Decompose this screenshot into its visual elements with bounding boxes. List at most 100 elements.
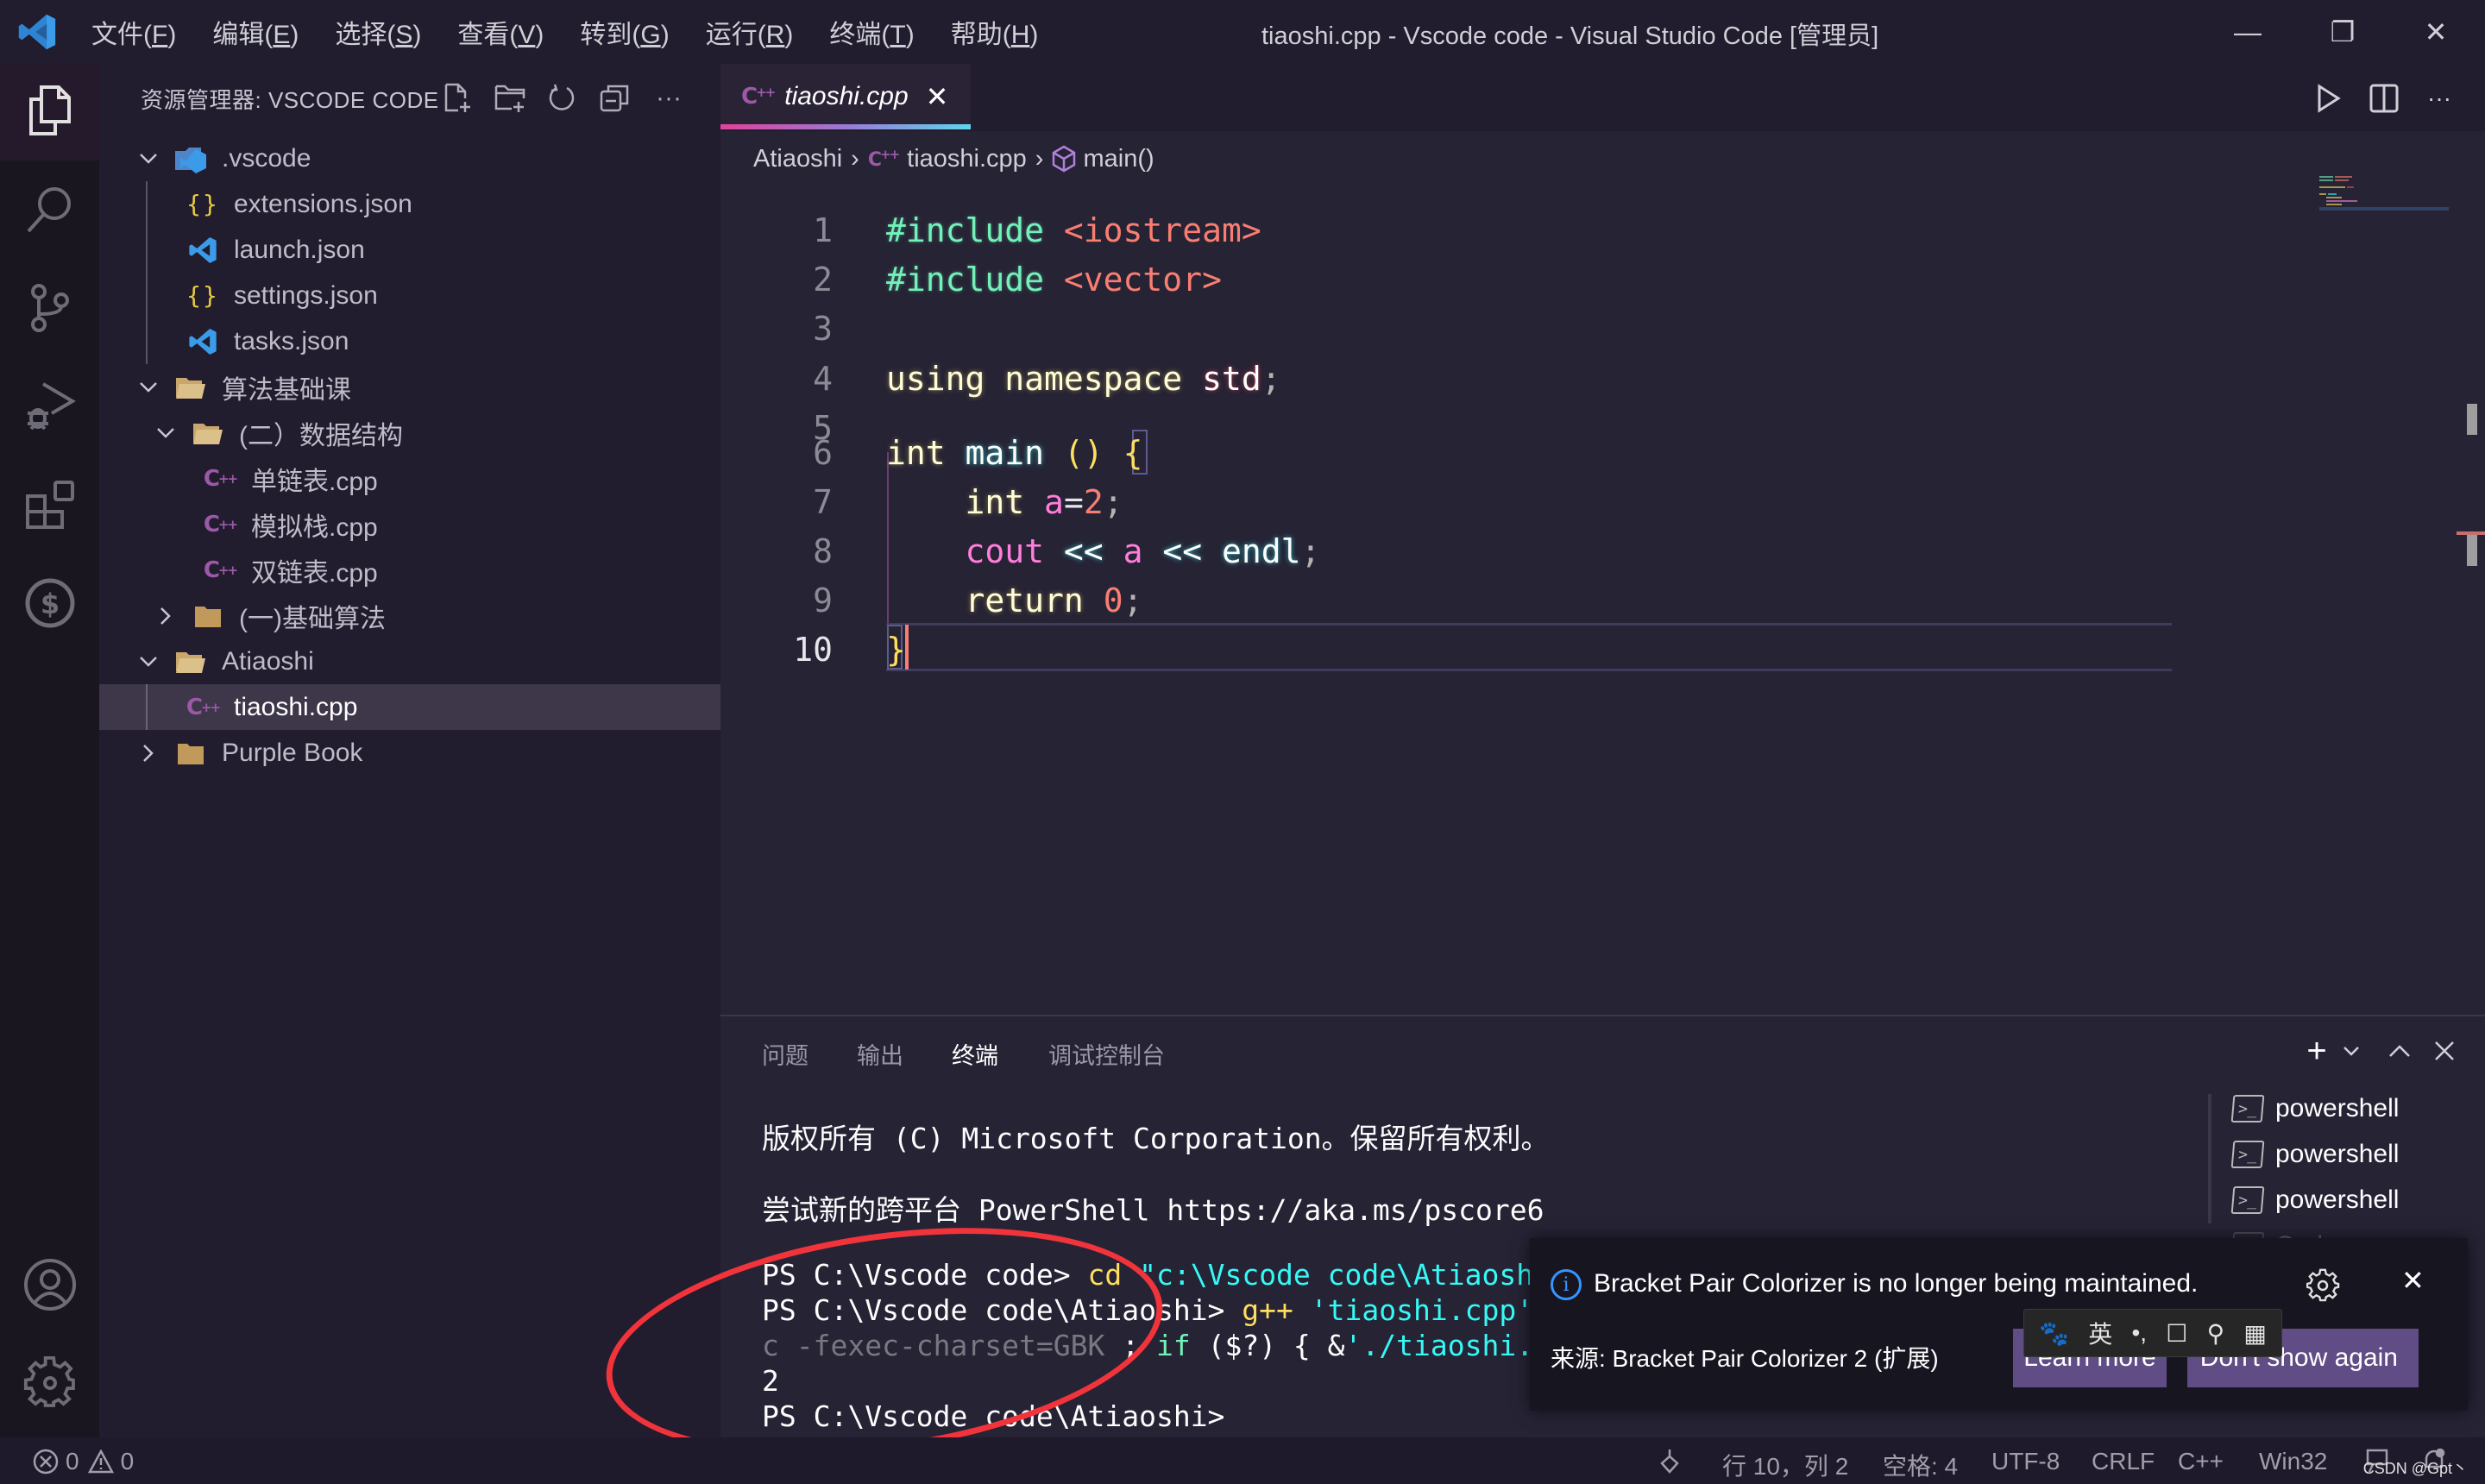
collapse-all-button[interactable] [596, 79, 634, 117]
ime-paw-icon[interactable]: 🐾 [2039, 1319, 2069, 1348]
account-button[interactable] [22, 1256, 79, 1313]
tree-file-doubly-linked-list[interactable]: C ++ 双链表.cpp [99, 547, 720, 593]
terminal-instance[interactable]: >_ powershell [2230, 1131, 2482, 1177]
menu-go[interactable]: 转到(G) [580, 13, 669, 51]
tab-close-icon[interactable]: ✕ [926, 80, 949, 113]
close-icon [2435, 1041, 2454, 1060]
status-bar: 0 0 行 10，列 2 空格: 4 UTF-8 CRLF C++ Win32 … [0, 1437, 2485, 1484]
tree-file-extensions-json[interactable]: {} extensions.json [99, 181, 720, 227]
explorer-more-button[interactable]: ··· [650, 79, 688, 117]
breadcrumb-symbol[interactable]: main() [1083, 145, 1154, 173]
maximize-panel-button[interactable] [2382, 1034, 2417, 1068]
menu-file[interactable]: 文件(F) [91, 13, 176, 51]
chevron-right-icon [135, 740, 161, 766]
tree-folder-atiaoshi[interactable]: Atiaoshi [99, 638, 720, 684]
extensions-button[interactable] [22, 476, 79, 533]
breadcrumb-file[interactable]: tiaoshi.cpp [907, 145, 1027, 173]
tree-file-singly-linked-list[interactable]: C ++ 单链表.cpp [99, 456, 720, 501]
editor-more-button[interactable]: ··· [2420, 79, 2458, 117]
notification-toast: i Bracket Pair Colorizer is no longer be… [1530, 1238, 2468, 1411]
line-number: 7 [813, 482, 833, 521]
cursor-position[interactable]: 行 10，列 2 [1722, 1448, 1848, 1482]
settings-button[interactable] [22, 1355, 79, 1412]
tab-output[interactable]: 输出 [857, 1037, 903, 1071]
ime-language-toggle[interactable]: 英 [2088, 1316, 2112, 1350]
new-terminal-button[interactable]: + [2299, 1032, 2334, 1070]
menu-view[interactable]: 查看(V) [457, 13, 544, 51]
tree-folder-algorithm-course[interactable]: 算法基础课 [99, 364, 720, 410]
tree-folder-data-structure[interactable]: (二）数据结构 [99, 410, 720, 456]
notification-close-button[interactable]: ✕ [2401, 1264, 2425, 1297]
line-number: 10 [793, 630, 833, 669]
encoding-status[interactable]: UTF-8 [1991, 1448, 2060, 1475]
line-number: 8 [813, 531, 833, 570]
menu-selection[interactable]: 选择(S) [335, 13, 421, 51]
vscode-file-icon [186, 326, 220, 357]
breadcrumb-folder[interactable]: Atiaoshi [753, 145, 842, 173]
eol-status[interactable]: CRLF [2092, 1448, 2155, 1475]
tree-folder-vscode[interactable]: .vscode [99, 135, 720, 181]
explorer-button[interactable] [22, 83, 79, 140]
code-editor[interactable]: Atiaoshi › C++ tiaoshi.cpp › main() 1 #i… [720, 131, 2485, 1015]
notification-source: 来源: Bracket Pair Colorizer 2 (扩展) [1551, 1345, 1939, 1372]
terminal-dropdown-button[interactable] [2334, 1034, 2369, 1068]
close-window-button[interactable]: ✕ [2414, 12, 2457, 52]
tree-folder-basic-algorithm[interactable]: (一)基础算法 [99, 593, 720, 638]
notification-settings-icon[interactable] [2306, 1267, 2341, 1302]
vscode-file-icon [186, 235, 220, 266]
terminal-instance[interactable]: >_ powershell [2230, 1085, 2482, 1131]
restore-button[interactable]: ❐ [2321, 12, 2364, 52]
tree-folder-purple-book[interactable]: Purple Book [99, 730, 720, 776]
menu-help[interactable]: 帮助(H) [951, 13, 1039, 51]
tab-debug-console[interactable]: 调试控制台 [1048, 1037, 1165, 1071]
tree-file-stack[interactable]: C ++ 模拟栈.cpp [99, 501, 720, 547]
run-debug-icon [28, 382, 76, 431]
menu-run[interactable]: 运行(R) [706, 13, 794, 51]
indentation-status[interactable]: 空格: 4 [1883, 1448, 1958, 1482]
code-line-9: 9 return 0; [720, 575, 2317, 625]
tree-file-tasks-json[interactable]: tasks.json [99, 318, 720, 364]
ime-keyboard-icon[interactable]: ☐ [2166, 1319, 2187, 1348]
platform-status[interactable]: Win32 [2259, 1448, 2327, 1475]
ime-user-icon[interactable]: ⚲ [2207, 1319, 2225, 1348]
new-file-button[interactable] [439, 79, 477, 117]
ime-toolbar[interactable]: 🐾 英 •, ☐ ⚲ ▦ [2023, 1309, 2282, 1357]
tree-label: launch.json [234, 235, 365, 264]
ime-punctuation-toggle[interactable]: •, [2131, 1319, 2147, 1347]
language-mode[interactable]: C++ [2178, 1448, 2224, 1475]
terminal-instance[interactable]: >_ powershell [2230, 1177, 2482, 1223]
tree-file-launch-json[interactable]: launch.json [99, 227, 720, 273]
scrollbar-thumb[interactable] [2467, 404, 2477, 435]
refresh-button[interactable] [543, 79, 581, 117]
terminal-prompt[interactable]: PS C:\Vscode code\Atiaoshi> [762, 1399, 1224, 1433]
ime-grid-icon[interactable]: ▦ [2243, 1319, 2266, 1348]
bracket-colorizer-status[interactable] [1657, 1448, 1683, 1477]
terminal-list-divider[interactable] [2208, 1094, 2211, 1223]
run-code-button[interactable] [2310, 79, 2348, 117]
line-number: 2 [813, 260, 833, 299]
minimize-button[interactable]: — [2226, 12, 2269, 52]
source-control-button[interactable] [22, 280, 79, 336]
tab-title: tiaoshi.cpp [784, 82, 909, 110]
tab-problems[interactable]: 问题 [762, 1037, 808, 1071]
remote-button[interactable]: $ [22, 575, 79, 632]
more-icon: ··· [2427, 85, 2451, 111]
search-button[interactable] [22, 181, 79, 238]
code-text: using namespace std; [886, 359, 1281, 398]
minimap[interactable] [2319, 176, 2449, 219]
menu-terminal[interactable]: 终端(T) [829, 13, 914, 51]
run-debug-button[interactable] [22, 378, 79, 435]
indent-guide [146, 684, 148, 730]
new-folder-button[interactable] [492, 79, 530, 117]
scrollbar-thumb[interactable] [2467, 535, 2477, 566]
tree-file-tiaoshi-cpp[interactable]: C ++ tiaoshi.cpp [99, 684, 720, 730]
code-text: int a=2; [965, 482, 1123, 521]
close-panel-button[interactable] [2427, 1034, 2462, 1068]
tree-file-settings-json[interactable]: {} settings.json [99, 273, 720, 318]
split-editor-button[interactable] [2365, 79, 2403, 117]
json-icon: {} [186, 281, 219, 310]
problems-status[interactable]: 0 0 [33, 1448, 134, 1475]
menu-edit[interactable]: 编辑(E) [212, 13, 299, 51]
tab-terminal[interactable]: 终端 [952, 1037, 998, 1071]
tab-tiaoshi-cpp[interactable]: C++ tiaoshi.cpp ✕ [720, 64, 971, 129]
